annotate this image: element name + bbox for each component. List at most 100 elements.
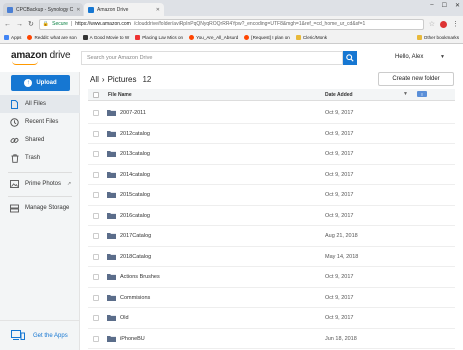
create-new-folder-button[interactable]: Create new folder bbox=[378, 72, 454, 86]
file-name[interactable]: 2016catalog bbox=[120, 213, 150, 219]
chevron-down-icon[interactable]: ▼ bbox=[440, 54, 445, 60]
file-name[interactable]: 2017Catalog bbox=[120, 233, 151, 239]
back-icon[interactable]: ← bbox=[4, 21, 11, 28]
file-name[interactable]: Commisions bbox=[120, 295, 150, 301]
file-row[interactable]: 2016catalog Oct 9, 2017 bbox=[88, 206, 455, 226]
file-name[interactable]: iPhoneBU bbox=[120, 336, 145, 342]
url-path: /clouddrive/folder/aviRpInPqQNyqROQrRR4Y… bbox=[133, 21, 366, 27]
file-name[interactable]: 2014catalog bbox=[120, 172, 150, 178]
url-host: https://www.amazon.com bbox=[75, 21, 131, 27]
row-checkbox[interactable] bbox=[93, 315, 99, 321]
file-name[interactable]: 2015catalog bbox=[120, 192, 150, 198]
row-checkbox[interactable] bbox=[93, 110, 99, 116]
row-checkbox[interactable] bbox=[93, 253, 99, 260]
window-controls: – ☐ ✕ bbox=[430, 2, 460, 9]
bookmark-item[interactable]: Reddit: what are son bbox=[27, 35, 77, 40]
file-row[interactable]: 2018Catalog May 14, 2018 bbox=[88, 247, 455, 267]
file-date-added: Oct 9, 2017 bbox=[325, 151, 354, 157]
get-the-apps-link[interactable]: Get the Apps bbox=[0, 320, 80, 350]
sidebar-divider bbox=[8, 172, 72, 173]
sidebar-item-recent-files[interactable]: Recent Files bbox=[0, 113, 80, 131]
file-name[interactable]: 2012catalog bbox=[120, 131, 150, 137]
sidebar-item-trash[interactable]: Trash bbox=[0, 149, 80, 167]
folder-icon bbox=[107, 253, 116, 260]
breadcrumb-separator-icon: › bbox=[101, 75, 105, 84]
sidebar-item-prime-photos[interactable]: Prime Photos ↗ bbox=[0, 175, 80, 193]
row-checkbox[interactable] bbox=[93, 212, 99, 219]
bookmark-other[interactable]: Other bookmarks bbox=[416, 35, 459, 40]
sort-arrow-icon[interactable]: ▼ bbox=[403, 91, 408, 97]
file-date-added: Oct 9, 2017 bbox=[325, 294, 354, 301]
tab-cpcbackup[interactable]: CPCBackup - Synology C ✕ bbox=[3, 3, 83, 16]
browser-toolbar: ← → ↻ 🔒 Secure | https://www.amazon.com /… bbox=[0, 16, 463, 32]
forward-icon[interactable]: → bbox=[16, 21, 23, 28]
sidebar-item-all-files[interactable]: All Files bbox=[0, 95, 80, 113]
file-name[interactable]: 2018Catalog bbox=[120, 254, 151, 260]
upload-button[interactable]: ↑ Upload bbox=[11, 75, 70, 91]
sidebar-item-shared[interactable]: Shared bbox=[0, 131, 80, 149]
close-tab-icon[interactable]: ✕ bbox=[76, 7, 80, 13]
extension-icon[interactable] bbox=[440, 20, 447, 28]
close-window-icon[interactable]: ✕ bbox=[455, 2, 460, 9]
reload-icon[interactable]: ↻ bbox=[28, 20, 34, 28]
search-button[interactable] bbox=[343, 51, 357, 65]
close-tab-icon[interactable]: ✕ bbox=[156, 7, 160, 13]
view-options-icon[interactable]: ≡ bbox=[417, 91, 427, 97]
select-all-checkbox[interactable] bbox=[93, 92, 99, 98]
file-row[interactable]: 2012catalog Oct 9, 2017 bbox=[88, 124, 455, 144]
amazon-drive-favicon-icon bbox=[88, 6, 94, 13]
row-checkbox[interactable] bbox=[93, 171, 99, 178]
bookmark-item[interactable]: A Good Movie to W bbox=[82, 35, 129, 40]
file-row[interactable]: 2015catalog Oct 9, 2017 bbox=[88, 185, 455, 206]
file-name[interactable]: Actions Brushes bbox=[120, 274, 160, 280]
folder-icon bbox=[107, 335, 116, 342]
search-input[interactable]: Search your Amazon Drive bbox=[81, 51, 343, 65]
file-list: 2007-2011 Oct 9, 2017 2012catalog Oct 9, 20… bbox=[88, 103, 455, 349]
file-name[interactable]: Old bbox=[120, 315, 129, 321]
bookmark-item[interactable]: Cleric/Monk bbox=[295, 35, 327, 40]
site-icon bbox=[82, 35, 88, 40]
bookmark-apps[interactable]: Apps bbox=[4, 35, 21, 40]
file-row[interactable]: Old Oct 9, 2017 bbox=[88, 308, 455, 329]
folder-icon bbox=[107, 109, 116, 116]
column-file-name[interactable]: File Name bbox=[108, 92, 132, 98]
column-date-added[interactable]: Date Added bbox=[325, 92, 353, 98]
row-checkbox[interactable] bbox=[93, 335, 99, 342]
breadcrumb-all[interactable]: All bbox=[90, 75, 99, 84]
file-row[interactable]: 2007-2011 Oct 9, 2017 bbox=[88, 103, 455, 124]
file-row[interactable]: Commisions Oct 9, 2017 bbox=[88, 288, 455, 308]
star-bookmark-icon[interactable]: ☆ bbox=[429, 20, 435, 28]
tab-amazon-drive[interactable]: Amazon Drive ✕ bbox=[84, 3, 164, 16]
folder-icon bbox=[107, 232, 116, 239]
file-name[interactable]: 2013catalog bbox=[120, 151, 150, 157]
minimize-icon[interactable]: – bbox=[430, 2, 433, 9]
row-checkbox[interactable] bbox=[93, 192, 99, 198]
file-name[interactable]: 2007-2011 bbox=[120, 110, 146, 116]
bookmark-item[interactable]: You_Are_All_Absurd bbox=[189, 35, 238, 40]
file-browser: All › Pictures 12 Create new folder File… bbox=[80, 72, 463, 350]
bookmark-item[interactable]: [Request] I plan on bbox=[244, 35, 290, 40]
account-greeting[interactable]: Hello, Alex bbox=[395, 54, 423, 60]
storage-icon bbox=[10, 204, 19, 213]
file-row[interactable]: 2017Catalog Aug 21, 2018 bbox=[88, 226, 455, 247]
row-checkbox[interactable] bbox=[93, 151, 99, 157]
browser-menu-icon[interactable]: ⋮ bbox=[452, 20, 459, 28]
folder-icon bbox=[107, 130, 116, 137]
clock-icon bbox=[10, 117, 19, 127]
bookmarks-bar: Apps Reddit: what are son A Good Movie t… bbox=[0, 32, 463, 44]
file-row[interactable]: 2014catalog Oct 9, 2017 bbox=[88, 165, 455, 185]
file-row[interactable]: iPhoneBU Jun 18, 2018 bbox=[88, 329, 455, 349]
sidebar-item-manage-storage[interactable]: Manage Storage bbox=[0, 199, 80, 217]
file-row[interactable]: 2013catalog Oct 9, 2017 bbox=[88, 144, 455, 165]
file-icon bbox=[10, 99, 19, 109]
address-bar[interactable]: 🔒 Secure | https://www.amazon.com/cloudd… bbox=[38, 18, 424, 30]
tab-title: Amazon Drive bbox=[97, 6, 129, 13]
file-row[interactable]: Actions Brushes Oct 9, 2017 bbox=[88, 267, 455, 288]
bookmark-item[interactable]: Placing Lav Mics on bbox=[135, 35, 183, 40]
row-checkbox[interactable] bbox=[93, 130, 99, 137]
amazon-drive-logo[interactable]: amazon drive bbox=[11, 50, 71, 65]
row-checkbox[interactable] bbox=[93, 233, 99, 239]
maximize-icon[interactable]: ☐ bbox=[442, 2, 447, 9]
row-checkbox[interactable] bbox=[93, 274, 99, 280]
row-checkbox[interactable] bbox=[93, 294, 99, 301]
